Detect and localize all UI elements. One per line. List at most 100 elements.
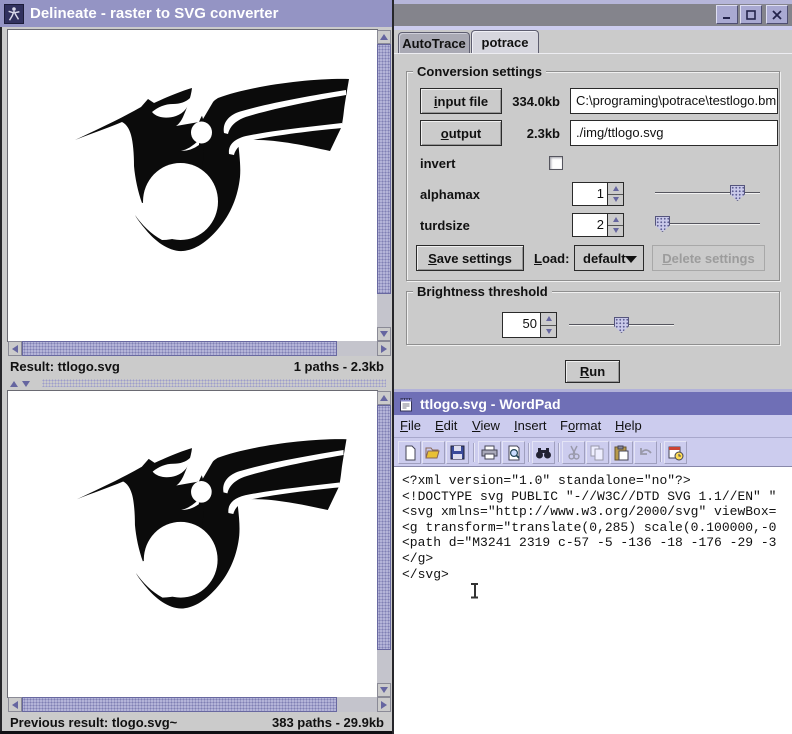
load-settings-dropdown[interactable]: default <box>574 245 644 271</box>
printer-icon <box>481 445 498 460</box>
result-vertical-scrollbar[interactable] <box>377 30 391 341</box>
scroll-left-button[interactable] <box>8 697 22 712</box>
new-document-button[interactable] <box>398 441 421 464</box>
save-button[interactable] <box>446 441 469 464</box>
scroll-left-button[interactable] <box>8 341 22 356</box>
previous-result-image-panel[interactable] <box>8 391 377 697</box>
find-button[interactable] <box>532 441 555 464</box>
delete-settings-button[interactable]: Delete settings <box>652 245 765 271</box>
wordpad-title-bar[interactable]: ttlogo.svg - WordPad <box>394 392 792 415</box>
previous-horizontal-scrollbar[interactable] <box>8 697 391 712</box>
title-strip-highlight <box>394 26 792 30</box>
brightness-threshold-title: Brightness threshold <box>413 284 552 299</box>
wordpad-window: ttlogo.svg - WordPad File Edit View Inse… <box>394 389 792 734</box>
slider-thumb[interactable] <box>655 216 670 232</box>
alphamax-spinner[interactable]: 1 <box>572 182 624 206</box>
minimize-button[interactable] <box>716 5 738 24</box>
result-horizontal-scrollbar[interactable] <box>8 341 391 356</box>
scroll-down-button[interactable] <box>377 327 391 341</box>
copy-button[interactable] <box>586 441 609 464</box>
menu-edit[interactable]: Edit <box>435 418 457 433</box>
menu-help[interactable]: Help <box>615 418 642 433</box>
open-button[interactable] <box>422 441 445 464</box>
toolbar-separator <box>660 443 662 462</box>
spinner-down-button[interactable] <box>541 326 556 338</box>
menu-view[interactable]: View <box>472 418 500 433</box>
turdsize-slider[interactable] <box>655 216 760 232</box>
scroll-down-button[interactable] <box>377 683 391 697</box>
delineate-title-text: Delineate - raster to SVG converter <box>30 5 278 22</box>
slider-thumb[interactable] <box>614 317 629 333</box>
scroll-up-button[interactable] <box>377 391 391 405</box>
tab-potrace[interactable]: potrace <box>471 30 539 54</box>
scrollbar-thumb[interactable] <box>377 405 391 650</box>
splitter-collapse-up-icon[interactable] <box>10 381 18 387</box>
spinner-up-button[interactable] <box>541 313 556 326</box>
paste-button[interactable] <box>610 441 633 464</box>
alphamax-slider[interactable] <box>655 185 760 201</box>
cut-button[interactable] <box>562 441 585 464</box>
wordpad-toolbar <box>394 437 792 466</box>
brightness-spinner[interactable]: 50 <box>502 312 557 338</box>
left-arrow-icon <box>12 345 18 353</box>
wordpad-title-text: ttlogo.svg - WordPad <box>420 396 561 412</box>
print-preview-button[interactable] <box>502 441 525 464</box>
toolbar-separator <box>473 443 475 462</box>
spinner-down-button[interactable] <box>608 226 623 237</box>
dropdown-value: default <box>583 251 626 266</box>
split-pane-divider[interactable] <box>2 374 392 391</box>
undo-button[interactable] <box>634 441 657 464</box>
spinner-up-button[interactable] <box>608 183 623 195</box>
invert-checkbox[interactable] <box>549 156 563 170</box>
previous-status-bar: Previous result: tlogo.svg~ 383 paths - … <box>2 712 392 731</box>
menu-insert[interactable]: Insert <box>514 418 547 433</box>
result-image-panel[interactable] <box>8 30 377 341</box>
close-button[interactable] <box>766 5 788 24</box>
alphamax-value[interactable]: 1 <box>573 183 607 205</box>
scroll-up-button[interactable] <box>377 30 391 44</box>
spinner-up-button[interactable] <box>608 214 623 226</box>
toolbar-separator <box>528 443 530 462</box>
run-button[interactable]: Run <box>565 360 620 383</box>
wordpad-app-icon <box>398 396 414 412</box>
scrollbar-thumb[interactable] <box>22 341 337 356</box>
spinner-down-button[interactable] <box>608 195 623 206</box>
result-status-bar: Result: ttlogo.svg 1 paths - 2.3kb <box>2 356 392 374</box>
save-settings-button[interactable]: Save settings <box>416 245 524 271</box>
print-preview-icon <box>506 445 522 461</box>
menu-file[interactable]: File <box>400 418 421 433</box>
wordpad-document-area[interactable]: <?xml version="1.0" standalone="no"?> <!… <box>394 466 792 734</box>
traced-bird-image-previous <box>8 391 377 697</box>
output-file-field[interactable]: ./img/ttlogo.svg <box>570 120 778 146</box>
previous-vertical-scrollbar[interactable] <box>377 391 391 697</box>
print-button[interactable] <box>478 441 501 464</box>
slider-thumb[interactable] <box>730 185 745 201</box>
datetime-button[interactable] <box>664 441 687 464</box>
scroll-right-button[interactable] <box>377 341 391 356</box>
tab-autotrace[interactable]: AutoTrace <box>398 32 470 53</box>
turdsize-spinner[interactable]: 2 <box>572 213 624 237</box>
turdsize-label: turdsize <box>420 218 470 233</box>
alphamax-label: alphamax <box>420 187 480 202</box>
output-button[interactable]: output <box>420 120 502 146</box>
save-floppy-icon <box>450 445 465 460</box>
scroll-right-button[interactable] <box>377 697 391 712</box>
copy-icon <box>590 445 605 461</box>
toolbar-separator <box>558 443 560 462</box>
scrollbar-thumb[interactable] <box>22 697 337 712</box>
input-file-button[interactable]: input file <box>420 88 502 114</box>
up-arrow-icon <box>380 395 388 401</box>
brightness-value[interactable]: 50 <box>503 313 540 337</box>
svg-source-text: <?xml version="1.0" standalone="no"?> <!… <box>402 473 776 582</box>
settings-title-strip <box>394 4 792 26</box>
scrollbar-thumb[interactable] <box>377 44 391 294</box>
down-arrow-icon <box>380 331 388 337</box>
delineate-title-bar[interactable]: Delineate - raster to SVG converter <box>0 0 394 27</box>
turdsize-value[interactable]: 2 <box>573 214 607 236</box>
splitter-collapse-down-icon[interactable] <box>22 381 30 387</box>
menu-format[interactable]: Format <box>560 418 601 433</box>
maximize-button[interactable] <box>740 5 762 24</box>
brightness-slider[interactable] <box>569 317 674 333</box>
input-file-field[interactable]: C:\programing\potrace\testlogo.bm <box>570 88 778 114</box>
right-arrow-icon <box>381 701 387 709</box>
